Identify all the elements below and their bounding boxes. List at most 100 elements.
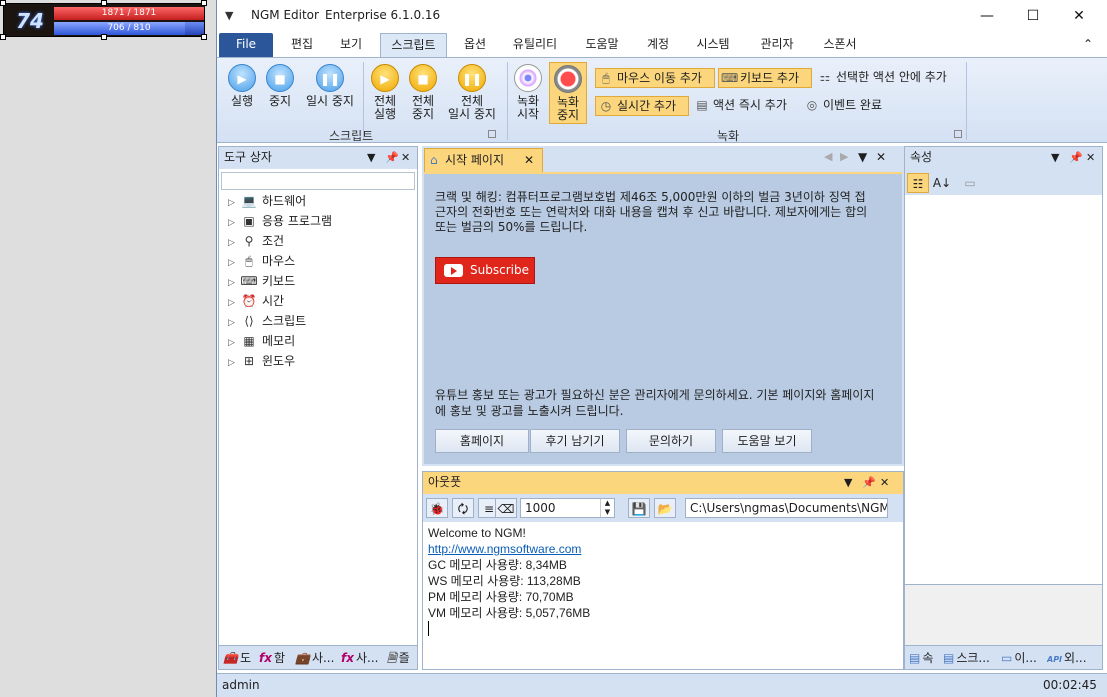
pause-button[interactable]: ❚❚ 일시 중지 (301, 64, 359, 108)
script-group-launcher-icon[interactable] (488, 130, 496, 138)
tab-account[interactable]: 계정 (638, 33, 678, 57)
scroll-right-icon[interactable]: ▶ (840, 150, 848, 163)
add-realtime-button[interactable]: ◷ 실시간 추가 (595, 96, 689, 116)
add-mouse-move-button[interactable]: 🖱 마우스 이동 추가 (595, 68, 715, 88)
property-pages-icon[interactable]: ▭ (959, 173, 981, 193)
run-button[interactable]: ▶ 실행 (225, 64, 259, 108)
btab-image[interactable]: ▭ 이... (1001, 649, 1047, 667)
tab-edit[interactable]: 편집 (279, 33, 325, 57)
close-icon[interactable]: ✕ (524, 149, 534, 171)
close-icon[interactable]: ✕ (876, 150, 886, 164)
tree-item-script[interactable]: ▷ ⟨⟩ 스크립트 (228, 311, 306, 331)
bug-icon[interactable]: 🐞 (426, 498, 448, 518)
record-stop-button[interactable]: 녹화 중지 (549, 62, 587, 124)
folder-icon[interactable]: 📂 (654, 498, 676, 518)
text-caret (428, 621, 429, 636)
dropdown-icon[interactable]: ▼ (1051, 147, 1059, 168)
review-button[interactable]: 후기 남기기 (530, 429, 620, 453)
document-area: ⌂ 시작 페이지 ✕ ◀ ▶ ▼ ✕ 크랙 및 해킹: 컴퓨터프로그램보호법 제… (422, 146, 904, 466)
record-start-button[interactable]: 녹화 시작 (511, 64, 545, 121)
tree-item-application[interactable]: ▷ ▣ 응용 프로그램 (228, 211, 332, 231)
btab-properties[interactable]: ▤ 속 (909, 649, 943, 667)
btab-function[interactable]: fx 함 (259, 649, 293, 667)
editor-window: ▼ NGM Editor Enterprise 6.1.0.16 — ☐ ✕ F… (216, 0, 1107, 697)
tab-sponsor[interactable]: 스폰서 (814, 33, 866, 57)
stop-all-button[interactable]: ■ 전체 중지 (406, 64, 440, 121)
log-line: VM 메모리 사용량: 5,057,76MB (428, 606, 591, 620)
output-title: 아웃풋 (428, 475, 462, 489)
refresh-icon[interactable]: 🗘 (452, 498, 474, 518)
save-icon[interactable]: 💾 (628, 498, 650, 518)
homepage-button[interactable]: 홈페이지 (435, 429, 529, 453)
close-button[interactable]: ✕ (1056, 0, 1102, 32)
tab-file[interactable]: File (219, 33, 273, 57)
subscribe-label: Subscribe (470, 263, 529, 277)
resize-handle-tr[interactable] (201, 0, 207, 6)
maximize-button[interactable]: ☐ (1010, 0, 1056, 32)
toolbox-search-input[interactable] (221, 172, 415, 190)
resize-handle-bl[interactable] (0, 34, 6, 40)
eraser-icon[interactable]: ⌫ (495, 498, 517, 518)
tab-view[interactable]: 보기 (329, 33, 373, 57)
scroll-left-icon[interactable]: ◀ (824, 150, 832, 163)
btab-toolbox[interactable]: 🧰 도 (223, 649, 257, 667)
ribbon-collapse-icon[interactable]: ⌃ (1079, 33, 1097, 57)
stepper-arrows[interactable]: ▲ ▼ (600, 499, 614, 517)
btab-user[interactable]: 💼 사... (295, 649, 339, 667)
btab-user-func[interactable]: fx 사... (341, 649, 385, 667)
pin-icon[interactable]: 📌 (385, 147, 399, 168)
log-line: GC 메모리 사용량: 8,34MB (428, 558, 567, 572)
youtube-icon (444, 264, 463, 277)
tree-item-window[interactable]: ▷ ⊞ 윈도우 (228, 351, 295, 371)
tab-start-page[interactable]: ⌂ 시작 페이지 ✕ (424, 148, 543, 172)
ribbon-panel: ▶ 실행 ■ 중지 ❚❚ 일시 중지 ▶ 전체 실행 ■ 전체 중지 ❚❚ 전체… (217, 57, 1107, 143)
dropdown-icon[interactable]: ▼ (844, 472, 852, 493)
btab-external[interactable]: API 외... (1047, 649, 1101, 667)
dropdown-icon[interactable]: ▼ (367, 147, 375, 168)
tree-item-memory[interactable]: ▷ ▦ 메모리 (228, 331, 295, 351)
resize-handle-br[interactable] (201, 34, 207, 40)
event-complete-button[interactable]: ◎ 이벤트 완료 (802, 96, 894, 116)
code-icon: ⟨⟩ (244, 314, 254, 328)
record-group-launcher-icon[interactable] (954, 130, 962, 138)
tab-system[interactable]: 시스템 (687, 33, 739, 57)
subscribe-button[interactable]: Subscribe (435, 257, 535, 284)
pause-all-button[interactable]: ❚❚ 전체 일시 중지 (444, 64, 500, 121)
window-menu-icon[interactable]: ▼ (225, 9, 233, 22)
help-button[interactable]: 도움말 보기 (722, 429, 812, 453)
inquiry-button[interactable]: 문의하기 (626, 429, 716, 453)
sort-az-icon[interactable]: A↓ (931, 173, 953, 193)
add-action-now-button[interactable]: ▤ 액션 즉시 추가 (692, 96, 804, 116)
tree-item-keyboard[interactable]: ▷ ⌨ 키보드 (228, 271, 295, 291)
close-icon[interactable]: ✕ (401, 147, 410, 168)
doc-dropdown-icon[interactable]: ▼ (858, 150, 867, 164)
line-count-stepper[interactable]: 1000 ▲ ▼ (520, 498, 615, 518)
add-in-selected-button[interactable]: ⚏ 선택한 액션 안에 추가 (815, 68, 965, 88)
tree-item-hardware[interactable]: ▷ 💻 하드웨어 (228, 191, 306, 211)
website-link[interactable]: http://www.ngmsoftware.com (428, 542, 581, 556)
run-all-button[interactable]: ▶ 전체 실행 (368, 64, 402, 121)
toolbox-pane: 도구 상자 ▼ 📌 ✕ ▷ 💻 하드웨어 ▷ ▣ 응용 프로그램 ▷ ⚲ 조건 ▷ 🖱 마우스 … (218, 146, 418, 670)
tab-options[interactable]: 옵션 (453, 33, 497, 57)
tab-admin[interactable]: 관리자 (751, 33, 803, 57)
tab-script[interactable]: 스크립트 (380, 33, 447, 57)
categorized-icon[interactable]: ☷ (907, 173, 929, 193)
btab-script[interactable]: ▤ 스크... (943, 649, 999, 667)
resize-handle-bm[interactable] (101, 34, 107, 40)
stop-button[interactable]: ■ 중지 (263, 64, 297, 108)
resize-handle-tl[interactable] (0, 0, 6, 6)
tab-help[interactable]: 도움말 (577, 33, 627, 57)
close-icon[interactable]: ✕ (1086, 147, 1095, 168)
tree-item-time[interactable]: ▷ ⏰ 시간 (228, 291, 284, 311)
tree-item-mouse[interactable]: ▷ 🖱 마우스 (228, 251, 295, 271)
tab-utility[interactable]: 유틸리티 (505, 33, 565, 57)
btab-favorites[interactable]: 🗎 즐 (387, 649, 417, 667)
pin-icon[interactable]: 📌 (862, 472, 876, 493)
minimize-button[interactable]: — (964, 0, 1010, 32)
tree-item-condition[interactable]: ▷ ⚲ 조건 (228, 231, 284, 251)
add-keyboard-button[interactable]: ⌨ 키보드 추가 (718, 68, 812, 88)
resize-handle-tm[interactable] (101, 0, 107, 6)
log-path-field[interactable]: C:\Users\ngmas\Documents\NGM6\ (685, 498, 888, 518)
pin-icon[interactable]: 📌 (1069, 147, 1083, 168)
close-icon[interactable]: ✕ (880, 472, 889, 493)
